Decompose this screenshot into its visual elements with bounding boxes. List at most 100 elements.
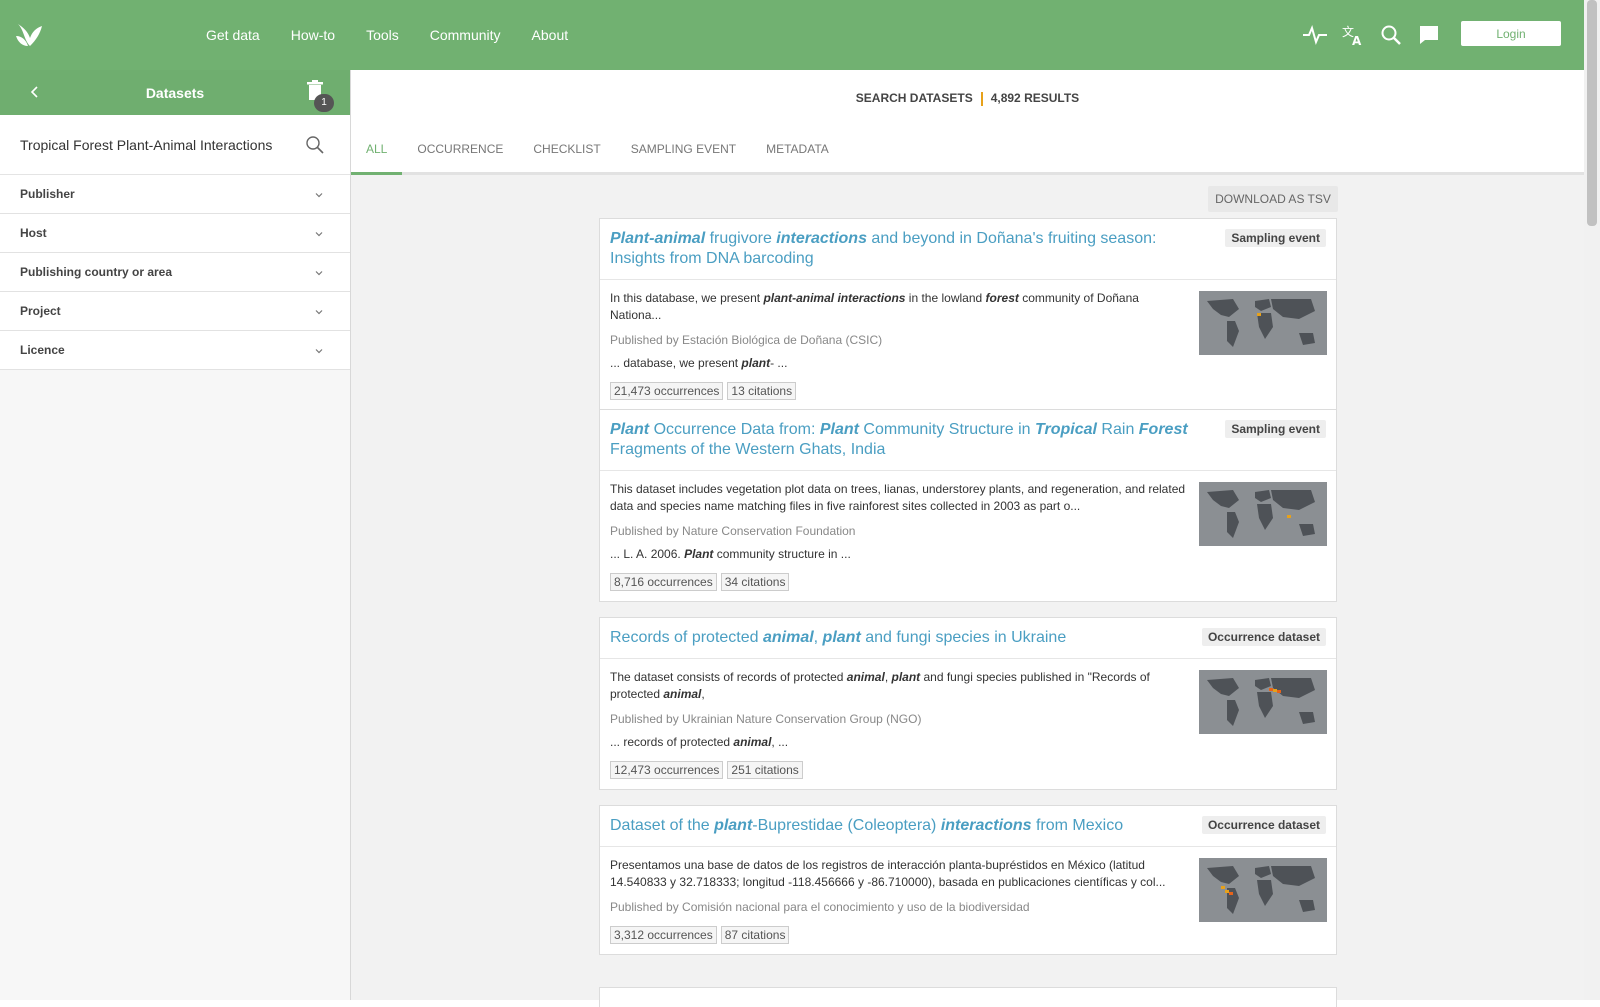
occurrences-badge[interactable]: 3,312 occurrences [610,926,717,944]
chevron-down-icon [315,349,323,354]
text-segment: Dataset of the [610,817,715,834]
dataset-description: The dataset consists of records of prote… [610,669,1190,703]
tab-checklist[interactable]: CHECKLIST [518,130,615,175]
text-segment: Presentamos una base de datos de los reg… [610,858,1166,889]
text-segment: , [813,629,823,646]
citations-badge[interactable]: 87 citations [720,926,790,944]
sidebar-search [0,115,350,175]
text-segment: frugivore [705,230,777,247]
text-segment: , ... [771,735,789,749]
chevron-left-icon[interactable] [26,83,44,101]
citations-badge[interactable]: 251 citations [727,761,803,779]
card-stats: 3,312 occurrences 87 citations [610,926,1326,944]
svg-text:A: A [1352,34,1362,47]
main-nav: Get data How-to Tools Community About [206,0,599,70]
text-segment: Plant [684,547,714,561]
leaf-logo[interactable] [14,20,46,50]
text-segment: , [701,687,705,701]
text-segment: Rain [1096,421,1139,438]
text-segment: animal [762,629,814,646]
filter-publishing-country[interactable]: Publishing country or area [0,253,350,292]
nav-community[interactable]: Community [430,27,501,43]
text-segment: and fungi species in Ukraine [860,629,1067,646]
filter-project[interactable]: Project [0,292,350,331]
nav-how-to[interactable]: How-to [291,27,335,43]
text-segment: animal [733,735,772,749]
text-segment: Occurrence Data from: [649,421,820,438]
filter-publisher[interactable]: Publisher [0,175,350,214]
text-segment: forest [985,291,1019,305]
results-summary: SEARCH DATASETS 4,892 RESULTS [351,91,1584,106]
text-segment: interactions [940,817,1032,834]
search-input[interactable] [14,129,294,161]
result-card: Plant Occurrence Data from: Plant Commun… [599,409,1337,602]
filter-licence[interactable]: Licence [0,331,350,370]
world-map-thumbnail [1199,482,1327,546]
world-map-thumbnail [1199,291,1327,355]
dataset-title-link[interactable]: Dataset of the plant-Buprestidae (Coleop… [610,816,1210,836]
tab-occurrence[interactable]: OCCURRENCE [402,130,518,175]
world-map-thumbnail [1199,858,1327,922]
card-body: Presentamos una base de datos de los reg… [600,847,1336,954]
text-segment: plant-animal interactions [763,291,906,305]
login-button[interactable]: Login [1461,21,1561,46]
text-segment: plant [741,356,771,370]
tab-sampling-event[interactable]: SAMPLING EVENT [616,130,751,175]
results-header: SEARCH DATASETS 4,892 RESULTS ALL OCCURRE… [351,70,1584,175]
search-icon[interactable] [1378,22,1404,48]
filter-label: Host [20,226,47,240]
occurrences-badge[interactable]: 8,716 occurrences [610,573,717,591]
match-snippet: ... database, we present plant- ... [610,356,1326,370]
dataset-description: Presentamos una base de datos de los reg… [610,857,1190,891]
text-segment: - ... [770,356,788,370]
dataset-title-link[interactable]: Records of protected animal, plant and f… [610,628,1210,648]
text-segment: plant [822,629,861,646]
tab-metadata[interactable]: METADATA [751,130,844,175]
sidebar-header: Datasets 1 [0,70,350,115]
results-label: SEARCH DATASETS [855,91,973,105]
dataset-type-badge: Occurrence dataset [1201,816,1326,834]
text-segment: Forest [1138,421,1188,438]
card-body: The dataset consists of records of prote… [600,659,1336,789]
card-header: Plant-animal frugivore interactions and … [600,219,1336,280]
nav-get-data[interactable]: Get data [206,27,260,43]
translate-icon[interactable]: 文A [1340,22,1366,48]
text-segment: This dataset includes vegetation plot da… [610,482,1186,513]
download-tsv-button[interactable]: DOWNLOAD AS TSV [1208,186,1338,212]
occurrences-badge[interactable]: 12,473 occurrences [610,761,724,779]
text-segment: ... records of protected [610,735,734,749]
dataset-description: This dataset includes vegetation plot da… [610,481,1190,515]
nav-tools[interactable]: Tools [366,27,399,43]
text-segment: Fragments of the Western Ghats, India [610,441,886,458]
result-card: Records of protected animal, plant and f… [599,617,1337,790]
dataset-type-badge: Occurrence dataset [1201,628,1326,646]
dataset-description: In this database, we present plant-anima… [610,290,1190,324]
text-segment: interactions [776,230,867,247]
dataset-type-badge: Sampling event [1225,420,1326,438]
text-segment: Plant-animal [610,230,706,247]
card-header: Dataset of the plant-Buprestidae (Coleop… [600,806,1336,847]
text-segment: ... database, we present [610,356,742,370]
search-icon[interactable] [305,135,325,155]
filter-host[interactable]: Host [0,214,350,253]
scrollbar-thumb[interactable] [1587,0,1597,226]
pulse-icon[interactable] [1302,22,1328,48]
text-segment: The dataset consists of records of prote… [610,670,847,684]
chevron-down-icon [315,232,323,237]
text-segment: -Buprestidae (Coleoptera) [752,817,941,834]
chevron-down-icon [315,310,323,315]
comment-icon[interactable] [1416,22,1442,48]
citations-badge[interactable]: 13 citations [727,382,797,400]
chevron-down-icon [315,193,323,198]
match-snippet: ... records of protected animal, ... [610,735,1326,749]
dataset-title-link[interactable]: Plant Occurrence Data from: Plant Commun… [610,420,1210,460]
occurrences-badge[interactable]: 21,473 occurrences [610,382,724,400]
separator [980,91,983,106]
tab-all[interactable]: ALL [351,130,403,175]
dataset-title-link[interactable]: Plant-animal frugivore interactions and … [610,229,1210,269]
card-body: In this database, we present plant-anima… [600,280,1336,410]
nav-about[interactable]: About [532,27,569,43]
citations-badge[interactable]: 34 citations [720,573,790,591]
card-stats: 12,473 occurrences 251 citations [610,761,1326,779]
results-count: 4,892 RESULTS [990,91,1080,105]
